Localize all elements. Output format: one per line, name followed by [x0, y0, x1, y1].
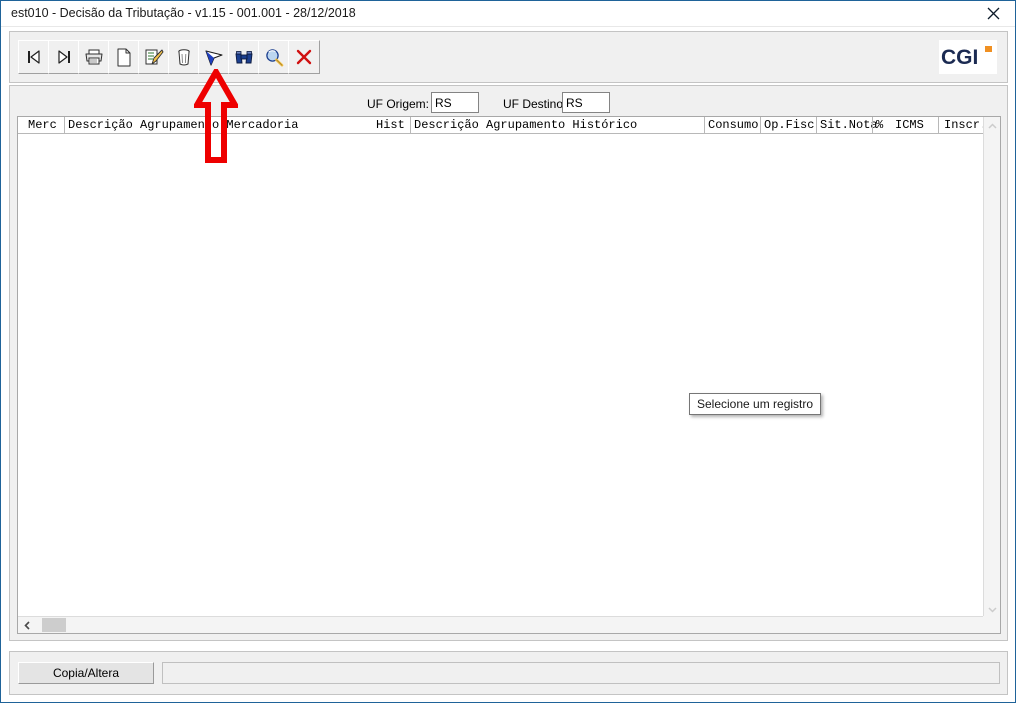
delete-record-button[interactable] — [168, 40, 200, 74]
column-header-percent[interactable]: % — [876, 118, 883, 133]
last-record-button[interactable] — [48, 40, 80, 74]
scroll-left-button[interactable] — [18, 617, 35, 633]
scroll-up-button[interactable] — [984, 117, 1000, 134]
chevron-up-icon — [988, 122, 997, 129]
uf-origem-input[interactable] — [431, 92, 479, 113]
edit-record-button[interactable] — [138, 40, 170, 74]
application-window: est010 - Decisão da Tributação - v1.15 -… — [0, 0, 1016, 703]
filter-arrow-icon — [205, 49, 223, 66]
records-grid: Merc Descrição Agrupamento Mercadoria Hi… — [17, 116, 1001, 634]
close-record-button[interactable] — [288, 40, 320, 74]
scrollbar-corner — [983, 616, 1000, 633]
magnifier-icon — [266, 48, 284, 66]
filter-button[interactable] — [198, 40, 230, 74]
column-header-sit-nota[interactable]: Sit.Nota — [820, 118, 878, 133]
chevron-left-icon — [23, 620, 30, 630]
uf-destino-input[interactable] — [562, 92, 610, 113]
column-separator — [410, 117, 411, 134]
column-header-desc-agrup-hist[interactable]: Descrição Agrupamento Histórico — [414, 118, 637, 133]
red-x-icon — [296, 49, 312, 65]
horizontal-scroll-thumb[interactable] — [42, 618, 66, 632]
printer-icon — [85, 49, 103, 65]
grid-header-row: Merc Descrição Agrupamento Mercadoria Hi… — [18, 117, 987, 134]
footer-panel: Copia/Altera — [9, 651, 1008, 695]
column-header-desc-agrup-merc[interactable]: Descrição Agrupamento Mercadoria — [68, 118, 298, 133]
zoom-button[interactable] — [258, 40, 290, 74]
chevron-down-icon — [988, 606, 997, 613]
toolbar: CGI — [9, 31, 1008, 83]
new-document-icon — [117, 48, 131, 66]
column-header-icms[interactable]: ICMS — [895, 118, 924, 133]
column-separator — [704, 117, 705, 134]
pencil-edit-icon — [145, 49, 164, 64]
content-panel: UF Origem: UF Destino: Merc Descrição Ag… — [9, 85, 1008, 641]
print-button[interactable] — [78, 40, 110, 74]
column-header-consumo[interactable]: Consumo — [708, 118, 758, 133]
column-separator — [938, 117, 939, 134]
window-title: est010 - Decisão da Tributação - v1.15 -… — [11, 6, 356, 20]
svg-text:CGI: CGI — [941, 46, 978, 69]
tooltip: Selecione um registro — [689, 393, 822, 415]
column-separator — [760, 117, 761, 134]
horizontal-scrollbar[interactable] — [18, 616, 1000, 633]
last-record-icon — [58, 50, 70, 64]
cgi-logo: CGI — [939, 40, 997, 74]
title-bar: est010 - Decisão da Tributação - v1.15 -… — [1, 1, 1015, 27]
cgi-logo-icon: CGI — [941, 46, 992, 69]
first-record-button[interactable] — [18, 40, 50, 74]
grid-body[interactable] — [18, 135, 984, 616]
new-record-button[interactable] — [108, 40, 140, 74]
close-icon — [987, 7, 999, 20]
vertical-scrollbar[interactable] — [983, 117, 1000, 618]
first-record-icon — [28, 50, 40, 64]
column-header-merc[interactable]: Merc — [28, 118, 57, 133]
column-header-hist[interactable]: Hist — [376, 118, 405, 133]
column-separator — [872, 117, 873, 134]
uf-origem-label: UF Origem: — [367, 97, 430, 111]
copia-altera-button[interactable]: Copia/Altera — [18, 662, 154, 684]
column-header-inscr[interactable]: Inscr. — [944, 118, 987, 133]
column-separator — [64, 117, 65, 134]
uf-filter-row: UF Origem: UF Destino: — [10, 92, 1009, 116]
trash-can-icon — [178, 48, 190, 65]
column-header-op-fisc[interactable]: Op.Fisc — [764, 118, 814, 133]
uf-destino-label: UF Destino: — [503, 97, 567, 111]
column-separator — [816, 117, 817, 134]
status-field — [162, 662, 1000, 684]
window-close-button[interactable] — [971, 1, 1015, 26]
find-button[interactable] — [228, 40, 260, 74]
binoculars-icon — [235, 50, 253, 63]
